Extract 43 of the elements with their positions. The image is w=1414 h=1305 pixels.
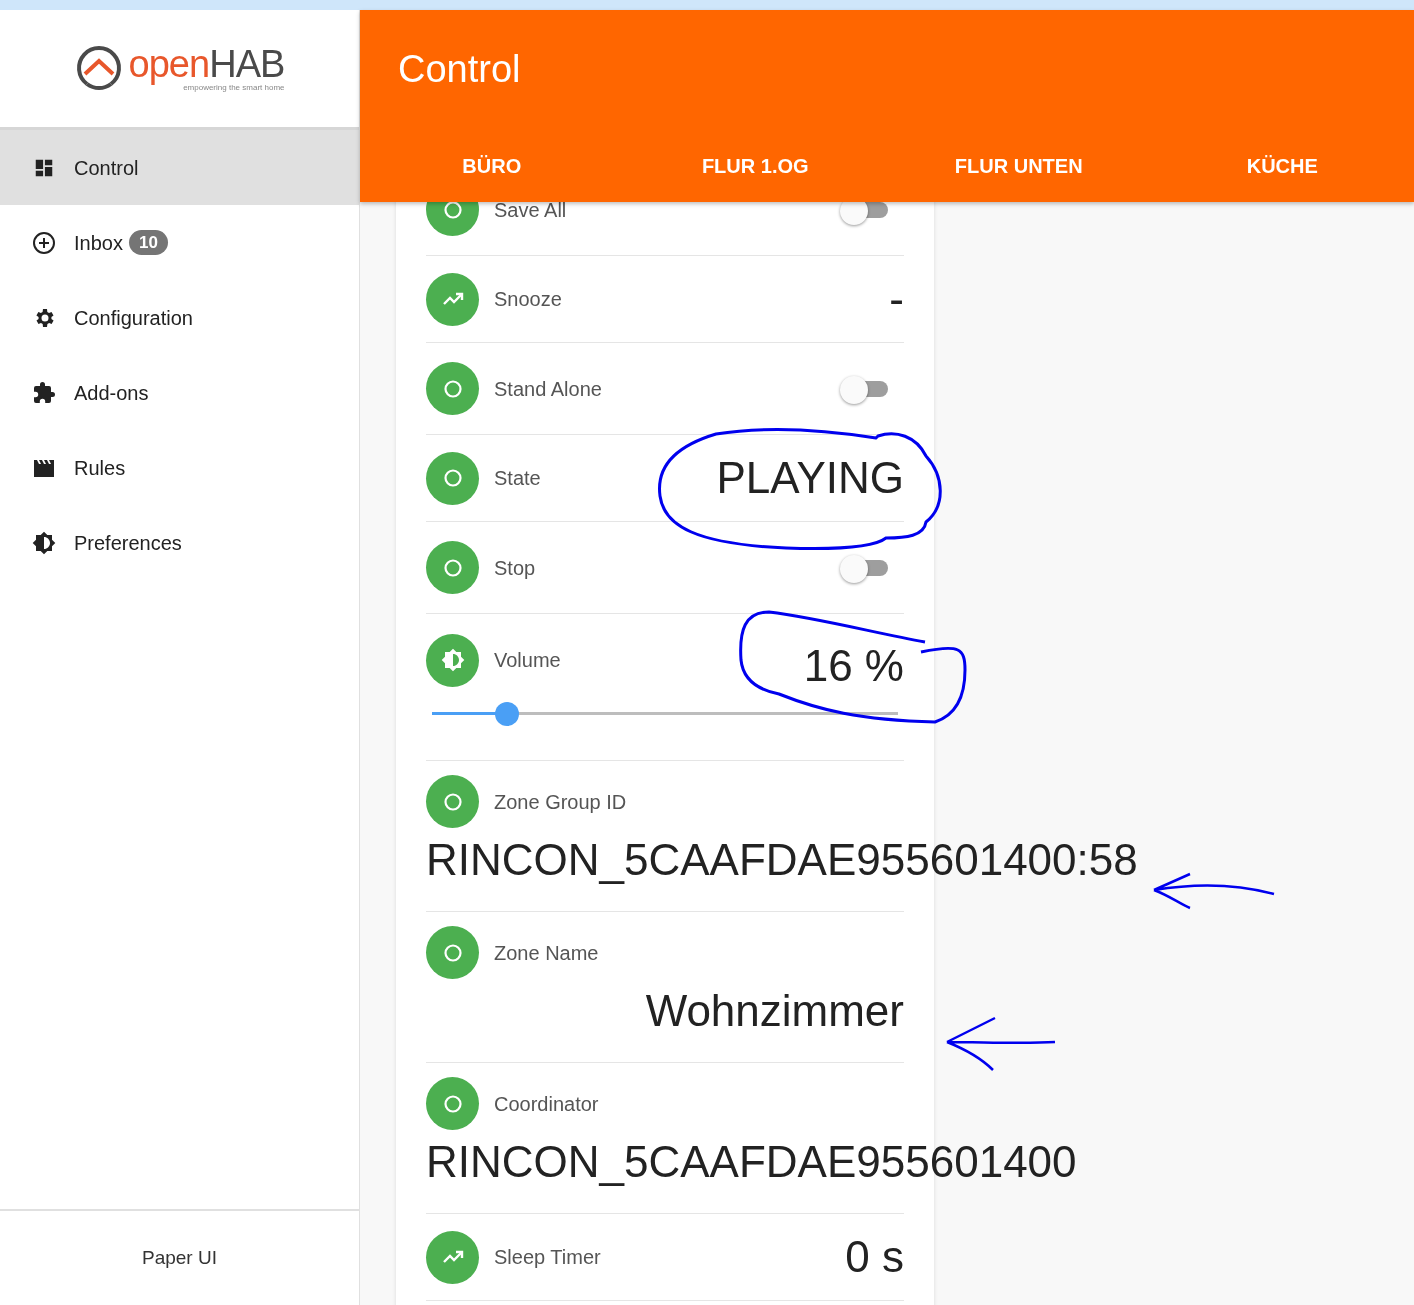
item-value: - (889, 273, 904, 325)
item-label: State (494, 466, 541, 491)
brightness-icon (32, 529, 56, 556)
sidebar-label: Preferences (74, 530, 182, 556)
sidebar-label: Rules (74, 455, 126, 481)
item-label: Stand Alone (494, 376, 602, 402)
item-label: Coordinator (494, 1091, 599, 1117)
item-value: RINCON_5CAAFDAE955601400 (426, 1137, 1077, 1186)
item-value: RINCON_5CAAFDAE955601400:58 (426, 835, 1138, 884)
ring-icon (442, 942, 463, 963)
item-label: Zone Name (494, 940, 599, 966)
item-label: Zone Group ID (494, 789, 627, 815)
count-badge: 10 (128, 230, 168, 255)
ring-icon (442, 1093, 463, 1114)
ring-icon (442, 791, 463, 812)
logo-tagline: empowering the smart home (183, 83, 285, 92)
ring-icon (442, 468, 463, 488)
trending-up-icon (441, 292, 464, 306)
ring-icon (442, 202, 463, 220)
item-value: 0 s (845, 1231, 904, 1283)
sidebar-label: Inbox (74, 230, 123, 256)
trending-up-icon (441, 1250, 464, 1264)
page-title: Control (397, 47, 522, 92)
brightness-icon (440, 648, 465, 672)
puzzle-icon (32, 380, 56, 405)
sidebar-item[interactable]: Control (0, 130, 359, 205)
sidebar-label: Configuration (74, 305, 193, 331)
add-circle-icon (32, 230, 56, 255)
ring-icon (442, 378, 463, 399)
item-value: 16 % (803, 640, 904, 692)
item-label: Save All (494, 202, 567, 223)
volume-slider[interactable] (432, 702, 898, 726)
item-label: Volume (494, 648, 561, 673)
item-label: Snooze (494, 287, 562, 312)
footer-label: Paper UI (142, 1245, 217, 1270)
ring-icon (442, 557, 463, 578)
sidebar-label: Add-ons (74, 380, 149, 406)
item-value: PLAYING (716, 452, 904, 504)
item-label: Sleep Timer (494, 1245, 601, 1270)
logo-wordmark: openHAB (128, 45, 285, 83)
sidebar-label: Control (74, 155, 139, 181)
item-value: Wohnzimmer (645, 986, 904, 1035)
item-label: Stop (494, 555, 536, 581)
